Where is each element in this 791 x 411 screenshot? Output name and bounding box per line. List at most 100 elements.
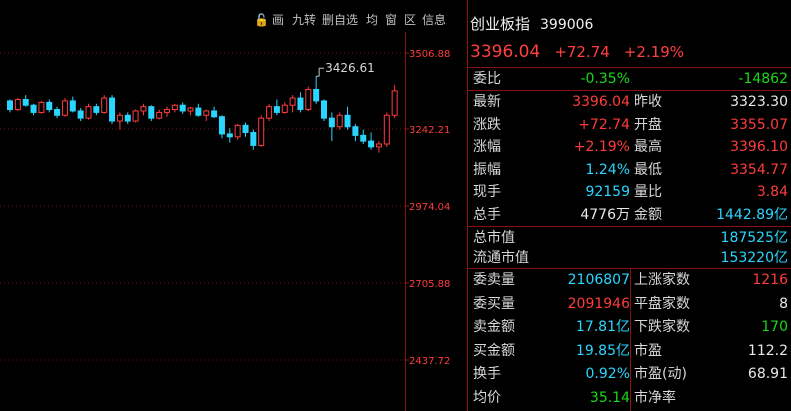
candle-body <box>258 117 265 146</box>
lock-icon[interactable]: 🔓 <box>254 10 269 30</box>
candle-body <box>360 134 367 142</box>
quote-value: 92159 <box>585 184 630 200</box>
candle-body <box>368 140 375 148</box>
candle-body <box>85 106 92 119</box>
quote-panel: 创业板指 399006 3396.04 +72.74 +2.19% 委比 -0.35%… <box>468 0 791 411</box>
toolbar-nine-turn[interactable]: 九转 <box>292 10 316 30</box>
y-tick-label: 2974.04 <box>409 202 450 213</box>
index-code: 399006 <box>540 17 594 33</box>
wb-pct: -0.35% <box>580 71 630 87</box>
order-label: 换手 <box>473 366 501 382</box>
index-name: 创业板指 <box>470 15 531 33</box>
candle-body <box>375 143 382 148</box>
candle-body <box>336 114 343 128</box>
candle-body <box>218 116 225 135</box>
candle-body <box>77 110 84 119</box>
candle-body <box>132 110 139 122</box>
candle-body <box>171 104 178 111</box>
candle-body <box>22 98 29 106</box>
quote-value: 3396.10 <box>730 139 788 155</box>
quote-value: 3.84 <box>756 184 788 200</box>
kline-chart[interactable]: 3506.88 3242.21 2974.04 2705.88 2437.72 3426.… <box>0 32 466 411</box>
candle-body <box>391 90 398 116</box>
candle-body <box>352 126 359 136</box>
candle-body <box>344 114 351 128</box>
quote-label: 涨幅 <box>473 139 501 155</box>
y-tick-label: 3242.21 <box>409 125 450 136</box>
quote-label: 最高 <box>634 139 662 155</box>
candle-body <box>273 106 280 113</box>
candle-body <box>30 104 37 113</box>
order-value: 68.91 <box>747 366 788 382</box>
candle-body <box>305 88 312 111</box>
quote-value: 1.24% <box>585 161 630 178</box>
toolbar-zone[interactable]: 区 <box>404 10 416 30</box>
y-tick-label: 2705.88 <box>409 279 450 290</box>
candle-body <box>226 133 233 138</box>
order-value: 35.14 <box>589 389 630 406</box>
candle-body <box>164 109 170 113</box>
quote-value: +2.19% <box>573 139 630 155</box>
chart-toolbar: 🔓 画 九转 删自选 均 窗 区 信息 <box>240 10 466 30</box>
toolbar-window[interactable]: 窗 <box>385 10 397 30</box>
toolbar-info[interactable]: 信息 <box>422 10 446 30</box>
candle-body <box>109 97 116 122</box>
y-tick-label: 2437.72 <box>409 356 450 367</box>
order-value: 2106807 <box>567 272 630 288</box>
last-price: 3396.04 <box>470 42 541 62</box>
order-value: 112.2 <box>747 342 788 359</box>
price-summary: 3396.04 +72.74 +2.19% <box>470 42 698 62</box>
candle-body <box>289 97 296 106</box>
quote-label: 现手 <box>473 184 501 200</box>
quote-label: 振幅 <box>473 161 501 178</box>
order-label: 市净率 <box>634 389 676 406</box>
order-label: 买金额 <box>473 342 515 359</box>
quote-value: 3323.30 <box>730 94 788 110</box>
order-label: 下跌家数 <box>634 319 690 335</box>
toolbar-draw[interactable]: 画 <box>272 10 284 30</box>
quote-value: 4776万 <box>580 206 630 223</box>
candle-body <box>46 101 53 111</box>
order-label: 卖金额 <box>473 319 515 335</box>
candle-body <box>211 110 218 118</box>
candle-body <box>93 106 100 113</box>
candle-body <box>69 100 76 112</box>
order-label: 上涨家数 <box>634 272 690 288</box>
quote-label: 开盘 <box>634 116 662 133</box>
market-cap-label: 总市值 <box>473 230 515 246</box>
order-label: 委卖量 <box>473 272 515 288</box>
toolbar-average[interactable]: 均 <box>366 10 378 30</box>
order-value: 0.92% <box>585 366 630 382</box>
quote-label: 涨跌 <box>473 116 501 133</box>
price-change: +72.74 <box>554 43 610 61</box>
candle-body <box>321 100 327 119</box>
quote-label: 量比 <box>634 184 662 200</box>
candle-body <box>266 106 273 119</box>
market-cap-label: 流通市值 <box>473 250 529 266</box>
candle-body <box>234 124 241 138</box>
quote-value: +72.74 <box>578 116 630 133</box>
order-label: 市盈 <box>634 342 662 359</box>
candle-body <box>14 98 21 111</box>
toolbar-delete-favorite[interactable]: 删自选 <box>322 10 358 30</box>
candle-body <box>61 100 68 116</box>
candle-body <box>156 111 163 119</box>
market-cap-value: 187525亿 <box>720 230 788 246</box>
high-annotation: 3426.61 <box>325 61 375 75</box>
order-label: 均价 <box>473 389 501 406</box>
order-label: 委买量 <box>473 295 515 312</box>
candle-body <box>124 114 131 122</box>
kline-svg: 3506.88 3242.21 2974.04 2705.88 2437.72 3426.… <box>0 49 450 367</box>
axis-divider <box>405 32 406 411</box>
candle-body <box>187 107 194 112</box>
candle-body <box>116 114 123 122</box>
order-value: 170 <box>761 319 788 335</box>
order-value: 19.85亿 <box>575 342 630 359</box>
quote-value: 3354.77 <box>730 161 788 178</box>
candle-body <box>383 114 390 145</box>
candle-body <box>328 117 335 128</box>
order-label: 平盘家数 <box>634 295 690 312</box>
candle-body <box>140 106 147 112</box>
order-value: 2091946 <box>567 295 630 312</box>
candle-body <box>7 100 13 111</box>
